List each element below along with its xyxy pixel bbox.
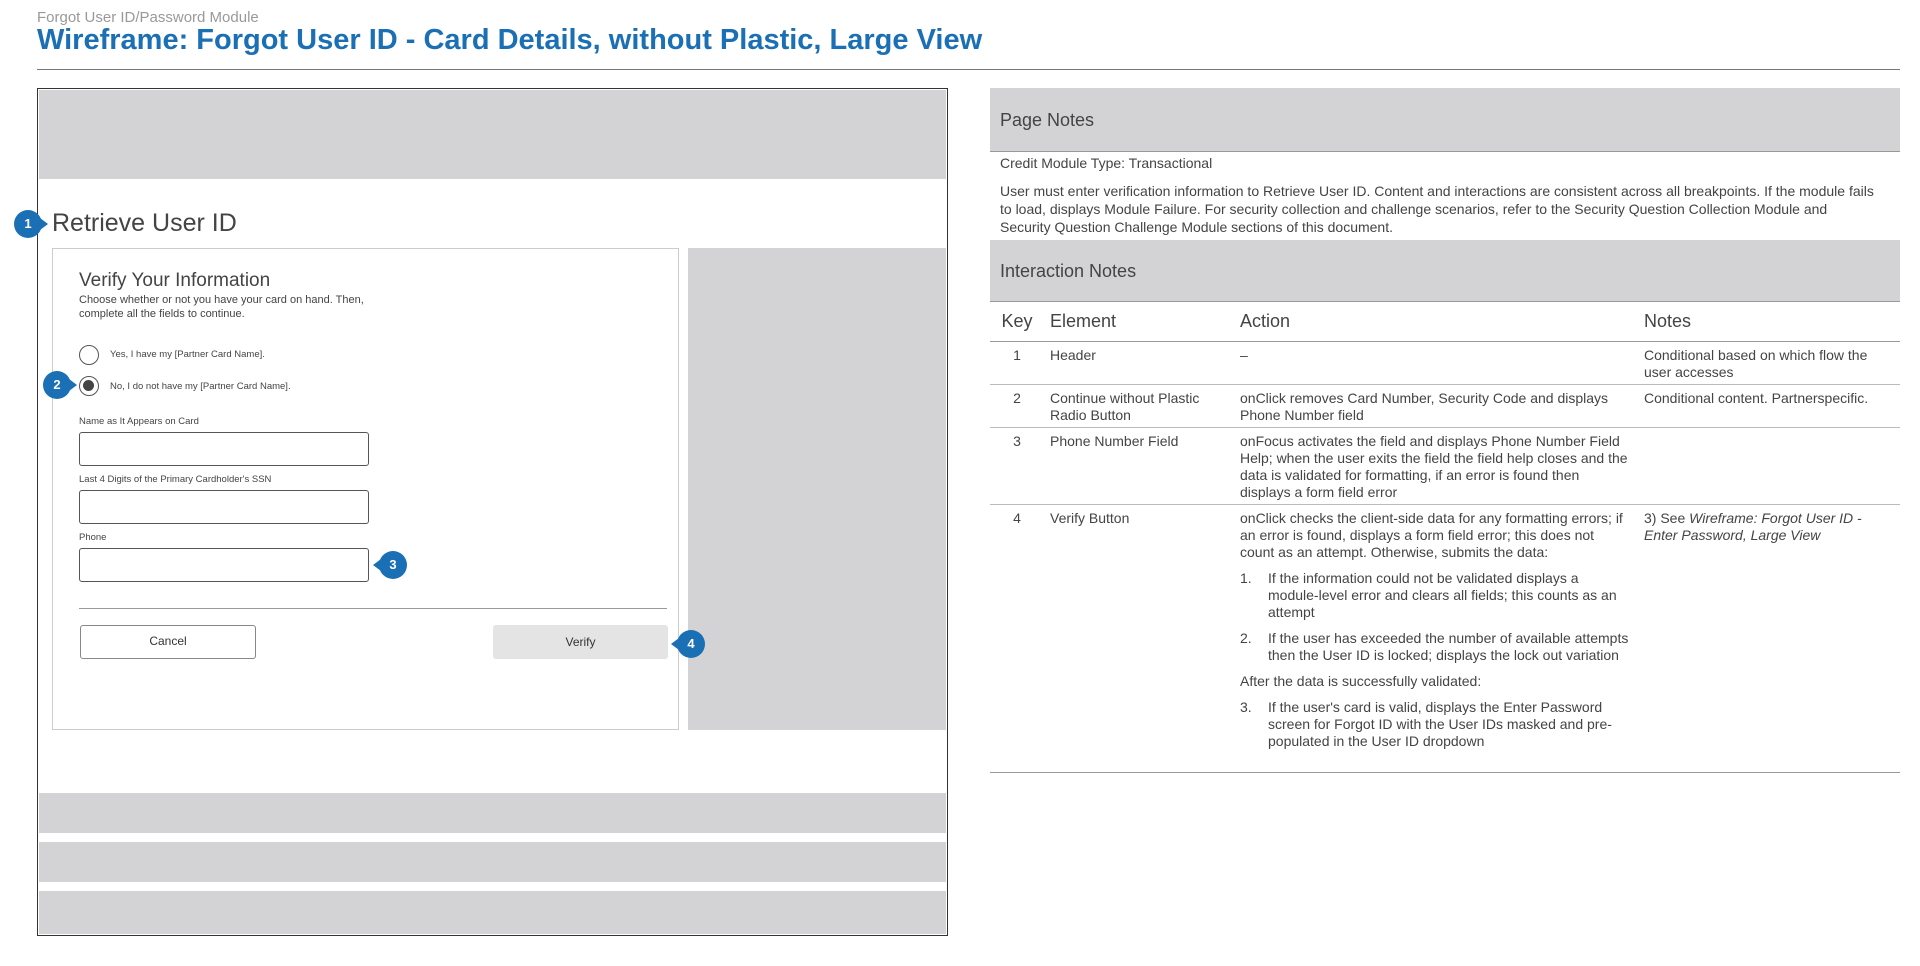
- list-item: 2. If the user has exceeded the number o…: [1240, 630, 1632, 664]
- verify-heading: Verify Your Information: [79, 270, 271, 291]
- list-item: 1. If the information could not be valid…: [1240, 570, 1632, 621]
- retrieve-user-id-heading: Retrieve User ID: [52, 209, 237, 237]
- list-number: 3.: [1240, 699, 1252, 715]
- validated-line: After the data is successfully validated…: [1240, 673, 1482, 689]
- row-notes: Conditional based on which flow the user…: [1638, 341, 1900, 385]
- table-row: 3 Phone Number Field onFocus activates t…: [990, 427, 1900, 505]
- column-header-notes: Notes: [1638, 302, 1900, 342]
- page-notes-paragraph: User must enter verification information…: [1000, 183, 1874, 235]
- row-element: Continue without Plastic Radio Button: [1044, 384, 1234, 428]
- document-title: Wireframe: Forgot User ID - Card Details…: [37, 24, 983, 56]
- column-header-key: Key: [990, 302, 1044, 342]
- row-notes: Conditional content. Partnerspecific.: [1638, 384, 1900, 428]
- list-item: 3. If the user's card is valid, displays…: [1240, 699, 1632, 750]
- list-text: If the user's card is valid, displays th…: [1268, 699, 1612, 749]
- row-key: 1: [990, 341, 1044, 385]
- page-notes-title: Page Notes: [1000, 110, 1095, 130]
- name-field-label: Name as It Appears on Card: [79, 416, 199, 427]
- callout-marker-3: 3: [373, 551, 407, 579]
- row-action: onClick checks the client-side data for …: [1240, 510, 1623, 560]
- column-header-action: Action: [1234, 302, 1638, 342]
- verify-button[interactable]: Verify: [493, 625, 668, 659]
- radio-no-card-label: No, I do not have my [Partner Card Name]…: [110, 381, 291, 392]
- table-row: 1 Header – Conditional based on which fl…: [990, 341, 1900, 385]
- list-number: 2.: [1240, 630, 1252, 646]
- form-divider: [79, 608, 667, 609]
- ssn-field-label: Last 4 Digits of the Primary Cardholder'…: [79, 474, 272, 485]
- interaction-notes-title: Interaction Notes: [1000, 261, 1137, 281]
- callout-marker-2: 2: [43, 371, 77, 399]
- row-notes: 3) See Wireframe: Forgot User ID - Enter…: [1638, 504, 1900, 773]
- phone-field-label: Phone: [79, 532, 107, 543]
- list-number: 1.: [1240, 570, 1252, 586]
- row-action-cell: onClick checks the client-side data for …: [1234, 504, 1638, 773]
- list-text: If the user has exceeded the number of a…: [1268, 630, 1629, 663]
- title-divider: [37, 69, 1900, 70]
- radio-have-card[interactable]: [79, 345, 99, 365]
- phone-input[interactable]: [79, 548, 369, 582]
- see-prefix: 3) See: [1644, 510, 1690, 526]
- row-action: onFocus activates the field and displays…: [1234, 427, 1638, 505]
- name-input[interactable]: [79, 432, 369, 466]
- row-action: –: [1234, 341, 1638, 385]
- table-header-row: Key Element Action Notes: [990, 302, 1900, 342]
- radio-no-card[interactable]: [79, 376, 99, 396]
- interaction-notes-table: Key Element Action Notes 1 Header – Cond…: [990, 302, 1900, 773]
- column-header-element: Element: [1044, 302, 1234, 342]
- callout-marker-1: 1: [14, 210, 48, 238]
- footer-placeholder-1: [39, 793, 946, 833]
- table-row: 4 Verify Button onClick checks the clien…: [990, 504, 1900, 773]
- footer-placeholder-2: [39, 842, 946, 882]
- row-key: 2: [990, 384, 1044, 428]
- row-action: onClick removes Card Number, Security Co…: [1234, 384, 1638, 428]
- row-element: Verify Button: [1044, 504, 1234, 773]
- row-key: 3: [990, 427, 1044, 505]
- row-key: 4: [990, 504, 1044, 773]
- table-row: 2 Continue without Plastic Radio Button …: [990, 384, 1900, 428]
- ssn-input[interactable]: [79, 490, 369, 524]
- radio-have-card-label: Yes, I have my [Partner Card Name].: [110, 349, 265, 360]
- callout-marker-4: 4: [671, 630, 705, 658]
- verify-instructions: Choose whether or not you have your card…: [79, 294, 364, 320]
- row-element: Phone Number Field: [1044, 427, 1234, 505]
- cancel-button[interactable]: Cancel: [80, 625, 256, 659]
- footer-placeholder-3: [39, 891, 946, 934]
- module-type: Credit Module Type: Transactional: [1000, 155, 1213, 171]
- radio-selected-dot: [83, 380, 94, 391]
- row-element: Header: [1044, 341, 1234, 385]
- wireframe-header-placeholder: [39, 90, 946, 179]
- right-rail-placeholder: [688, 248, 946, 730]
- row-notes: [1638, 427, 1900, 505]
- page-notes-band: [990, 88, 1900, 152]
- list-text: If the information could not be validate…: [1268, 570, 1617, 620]
